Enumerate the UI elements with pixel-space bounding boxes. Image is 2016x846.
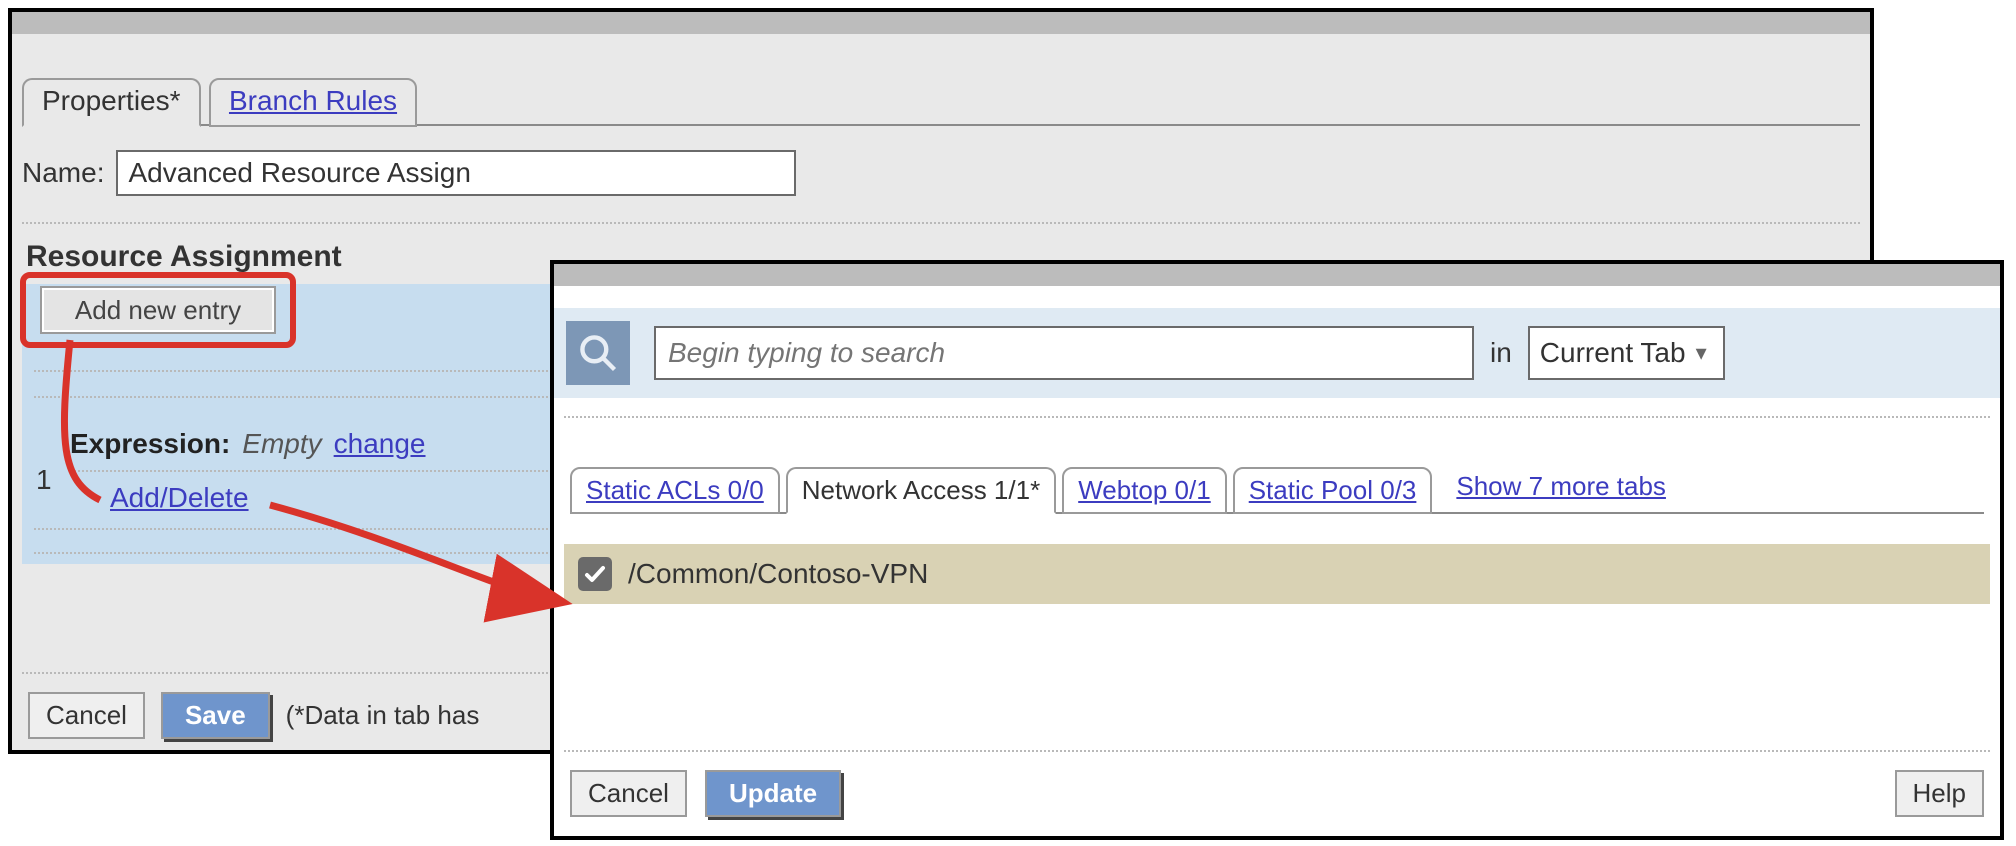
expression-label: Expression: bbox=[70, 428, 230, 460]
tab-branch-rules[interactable]: Branch Rules bbox=[209, 78, 417, 127]
search-bar: in Current Tab ▾ bbox=[554, 308, 2000, 398]
resource-sub-tabs: Static ACLs 0/0 Network Access 1/1* Webt… bbox=[570, 460, 1984, 514]
tab-network-access[interactable]: Network Access 1/1* bbox=[786, 467, 1056, 514]
panel-titlebar bbox=[12, 12, 1870, 34]
panel-titlebar bbox=[554, 264, 2000, 286]
search-scope-select[interactable]: Current Tab ▾ bbox=[1528, 326, 1725, 380]
add-new-entry-button[interactable]: Add new entry bbox=[40, 286, 276, 334]
expression-value: Empty bbox=[242, 428, 321, 460]
cancel-button[interactable]: Cancel bbox=[28, 692, 145, 739]
divider bbox=[564, 416, 1990, 418]
show-more-tabs-link[interactable]: Show 7 more tabs bbox=[1456, 471, 1666, 502]
save-button[interactable]: Save bbox=[161, 692, 270, 739]
divider bbox=[22, 222, 1860, 224]
tab-static-acls[interactable]: Static ACLs 0/0 bbox=[570, 467, 780, 514]
check-icon bbox=[583, 562, 607, 586]
name-label: Name: bbox=[22, 157, 104, 189]
help-button[interactable]: Help bbox=[1895, 770, 1984, 817]
name-input[interactable] bbox=[116, 150, 796, 196]
tab-properties[interactable]: Properties* bbox=[22, 78, 201, 127]
name-row: Name: bbox=[22, 150, 1860, 196]
search-scope-value: Current Tab bbox=[1540, 337, 1686, 369]
tab-static-pool[interactable]: Static Pool 0/3 bbox=[1233, 467, 1433, 514]
chevron-down-icon: ▾ bbox=[1696, 340, 1707, 366]
add-new-entry-highlight: Add new entry bbox=[20, 272, 296, 348]
add-delete-link[interactable]: Add/Delete bbox=[110, 482, 249, 514]
tab-webtop[interactable]: Webtop 0/1 bbox=[1062, 467, 1227, 514]
main-tabs: Properties* Branch Rules bbox=[22, 66, 1860, 126]
unsaved-hint: (*Data in tab has bbox=[286, 700, 480, 731]
resource-item-label: /Common/Contoso-VPN bbox=[628, 558, 928, 590]
search-scope-label: in bbox=[1490, 337, 1512, 369]
resource-assignment-title: Resource Assignment bbox=[26, 240, 342, 274]
update-button[interactable]: Update bbox=[705, 770, 841, 817]
resource-checkbox[interactable] bbox=[578, 557, 612, 591]
row-index: 1 bbox=[36, 464, 52, 496]
panel-footer: Cancel Save (*Data in tab has bbox=[28, 692, 479, 739]
resource-picker-panel: in Current Tab ▾ Static ACLs 0/0 Network… bbox=[550, 260, 2004, 840]
divider bbox=[564, 750, 1990, 752]
expression-row: Expression: Empty change bbox=[70, 428, 426, 460]
change-link[interactable]: change bbox=[334, 428, 426, 460]
resource-item-row: /Common/Contoso-VPN bbox=[564, 544, 1990, 604]
search-input[interactable] bbox=[654, 326, 1474, 380]
cancel-button[interactable]: Cancel bbox=[570, 770, 687, 817]
search-icon bbox=[566, 321, 630, 385]
picker-footer: Cancel Update Help bbox=[570, 770, 1984, 817]
